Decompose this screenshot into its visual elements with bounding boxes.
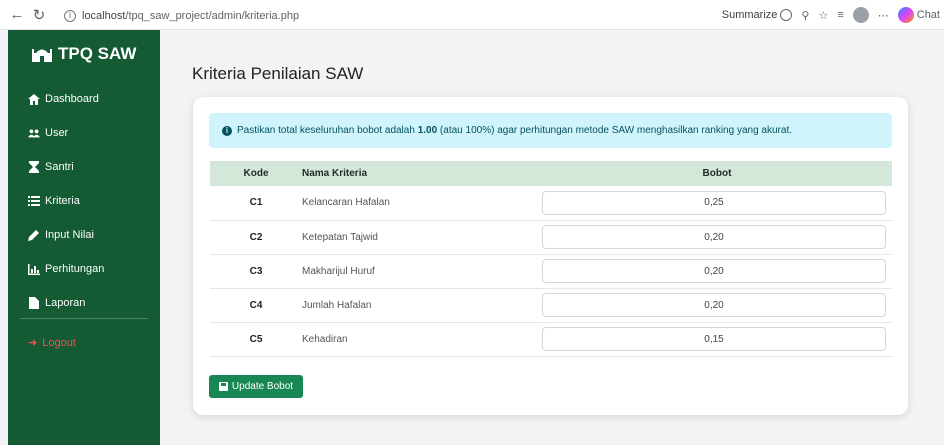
kode-cell: C1 — [249, 197, 263, 209]
brand[interactable]: TPQ SAW — [32, 44, 136, 64]
mosque-icon — [32, 49, 52, 62]
more-icon[interactable]: ⋯ — [878, 9, 889, 22]
list-icon — [28, 195, 40, 207]
profile-avatar[interactable] — [852, 7, 869, 23]
sidebar: TPQ SAW Dashboard User Santri Kriteria I… — [8, 30, 160, 445]
chart-icon — [28, 263, 40, 275]
sidebar-item-santri[interactable]: Santri — [28, 150, 154, 184]
table-header-row: Kode Nama Kriteria Bobot — [210, 161, 892, 186]
pencil-icon — [28, 229, 40, 241]
criteria-table: Kode Nama Kriteria Bobot C1 Kelancaran H… — [210, 161, 892, 357]
summarize-icon — [780, 9, 793, 21]
nama-cell: Kehadiran — [302, 333, 348, 345]
site-info-icon[interactable]: i — [64, 9, 76, 22]
sidebar-item-user[interactable]: User — [28, 116, 154, 150]
table-row: C2 Ketepatan Tajwid — [210, 220, 892, 254]
logout-label: Logout — [42, 336, 76, 349]
nama-cell: Ketepatan Tajwid — [302, 231, 378, 243]
kode-cell: C4 — [249, 299, 263, 311]
info-alert: i Pastikan total keseluruhan bobot adala… — [209, 113, 892, 148]
sidebar-item-label: Input Nilai — [45, 229, 94, 241]
sidebar-item-perhitungan[interactable]: Perhitungan — [28, 252, 154, 286]
bobot-input[interactable] — [542, 293, 886, 317]
sidebar-item-label: Perhitungan — [45, 263, 105, 275]
sidebar-item-dashboard[interactable]: Dashboard — [28, 82, 154, 116]
favorite-icon[interactable]: ☆ — [818, 9, 828, 22]
summarize-label: Summarize — [721, 9, 778, 21]
sidebar-item-input-nilai[interactable]: Input Nilai — [28, 218, 154, 252]
summarize-button[interactable]: Summarize — [722, 9, 793, 21]
zoom-icon[interactable]: ⚲ — [801, 9, 809, 22]
table-row: C5 Kehadiran — [210, 322, 892, 356]
alert-text: Pastikan total keseluruhan bobot adalah … — [237, 125, 792, 136]
users-icon — [28, 127, 40, 139]
sign-out-icon: ➜ — [28, 337, 38, 349]
update-button-label: Update Bobot — [231, 381, 294, 392]
copilot-label: Chat — [916, 9, 940, 21]
bobot-input[interactable] — [542, 259, 886, 283]
sidebar-item-label: Santri — [45, 161, 74, 173]
sidebar-divider — [20, 318, 148, 319]
kode-cell: C5 — [249, 333, 263, 345]
url-path: /tpq_saw_project/admin/kriteria.php — [125, 9, 300, 22]
header-bobot: Bobot — [702, 168, 732, 179]
bobot-input[interactable] — [542, 190, 886, 215]
sidebar-menu: Dashboard User Santri Kriteria Input Nil… — [28, 82, 154, 320]
address-bar[interactable]: i localhost/tpq_saw_project/admin/kriter… — [56, 5, 678, 26]
hourglass-icon — [28, 161, 40, 173]
file-icon — [28, 297, 40, 309]
browser-toolbar: ← ↻ i localhost/tpq_saw_project/admin/kr… — [0, 0, 944, 30]
sidebar-item-label: User — [45, 127, 69, 139]
header-kode: Kode — [243, 168, 269, 179]
update-bobot-button[interactable]: Update Bobot — [209, 375, 303, 398]
table-row: C3 Makharijul Huruf — [210, 254, 892, 288]
bobot-input[interactable] — [542, 327, 886, 351]
logout-link[interactable]: ➜ Logout — [28, 336, 76, 350]
sidebar-item-label: Kriteria — [45, 195, 80, 207]
bobot-input[interactable] — [542, 225, 886, 249]
nama-cell: Kelancaran Hafalan — [302, 197, 390, 209]
sidebar-item-label: Laporan — [45, 297, 86, 309]
brand-name: TPQ SAW — [58, 44, 137, 63]
sidebar-item-laporan[interactable]: Laporan — [28, 286, 154, 320]
nama-cell: Makharijul Huruf — [302, 265, 375, 277]
table-row: C4 Jumlah Hafalan — [210, 288, 892, 322]
table-row: C1 Kelancaran Hafalan — [210, 186, 892, 220]
url-host: localhost — [82, 9, 126, 22]
home-icon — [28, 93, 40, 105]
save-icon — [218, 382, 228, 391]
favorites-list-icon[interactable]: ≡ — [837, 9, 843, 21]
copilot-icon — [897, 7, 914, 23]
kode-cell: C3 — [249, 265, 263, 277]
criteria-card: i Pastikan total keseluruhan bobot adala… — [193, 97, 908, 415]
nama-cell: Jumlah Hafalan — [302, 299, 372, 311]
kode-cell: C2 — [249, 231, 263, 243]
sidebar-item-kriteria[interactable]: Kriteria — [28, 184, 154, 218]
reload-icon[interactable]: ↻ — [28, 4, 50, 26]
info-circle-icon: i — [222, 125, 232, 136]
sidebar-item-label: Dashboard — [45, 93, 99, 105]
header-nama-kriteria: Nama Kriteria — [302, 168, 368, 179]
back-icon[interactable]: ← — [6, 4, 28, 26]
page-title: Kriteria Penilaian SAW — [192, 64, 364, 83]
copilot-button[interactable]: Chat — [897, 7, 940, 23]
